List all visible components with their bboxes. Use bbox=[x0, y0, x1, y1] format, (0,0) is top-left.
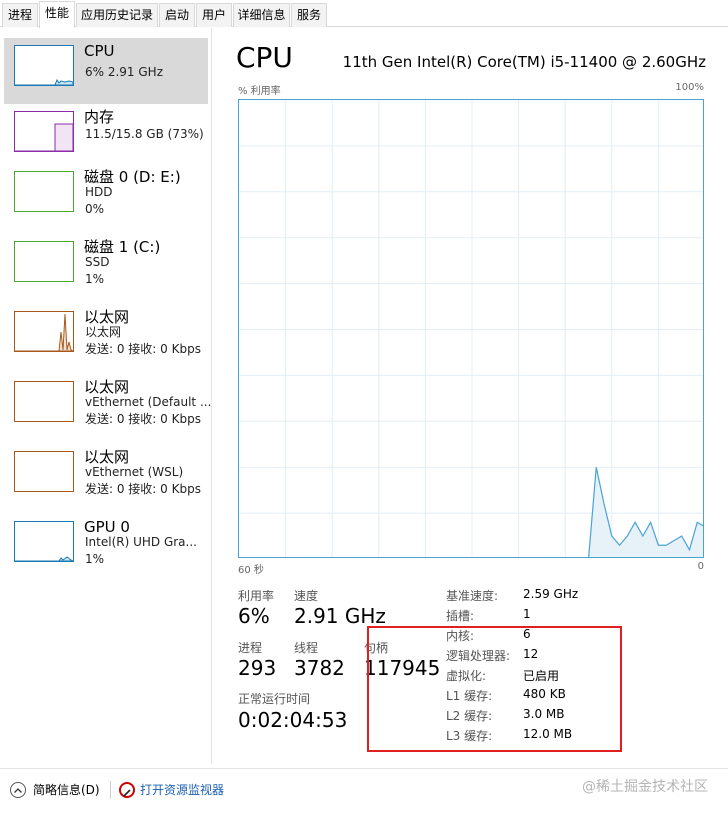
cpu-model: 11th Gen Intel(R) Core(TM) i5-11400 @ 2.… bbox=[342, 53, 706, 71]
sidebar-item-gpu-0[interactable]: GPU 0 Intel(R) UHD Gra... 1% bbox=[4, 514, 208, 580]
annotation-highlight-box bbox=[367, 626, 622, 752]
sidebar-item-title: 以太网 bbox=[84, 308, 130, 326]
sidebar-item-title: 以太网 bbox=[84, 378, 130, 396]
chart-x-end-label: 0 bbox=[697, 561, 704, 572]
chart-grid bbox=[239, 100, 703, 557]
cpu-usage-chart bbox=[238, 99, 704, 558]
threads-value: 3782 bbox=[294, 656, 345, 680]
utilization-value: 6% bbox=[238, 604, 270, 628]
vethernet-default-thumbnail bbox=[14, 381, 74, 422]
spec-value: 2.59 GHz bbox=[523, 587, 579, 601]
sidebar-item-ethernet[interactable]: 以太网 以太网 发送: 0 接收: 0 Kbps bbox=[4, 304, 208, 370]
sidebar-item-title: 磁盘 1 (C:) bbox=[84, 238, 161, 256]
memory-thumbnail bbox=[14, 111, 74, 152]
sidebar-item-subtitle: Intel(R) UHD Gra... bbox=[85, 535, 197, 549]
sidebar-item-title: CPU bbox=[84, 42, 115, 60]
sidebar-item-usage: 1% bbox=[85, 552, 105, 566]
tab-processes[interactable]: 进程 bbox=[2, 3, 38, 27]
spec-label: 插槽: bbox=[446, 609, 475, 623]
speed-label: 速度 bbox=[294, 589, 319, 603]
sidebar-item-usage: 1% bbox=[85, 272, 105, 286]
tab-performance[interactable]: 性能 bbox=[39, 1, 75, 28]
uptime-label: 正常运行时间 bbox=[238, 692, 311, 706]
utilization-label: 利用率 bbox=[238, 589, 275, 603]
sidebar-item-vethernet-default[interactable]: 以太网 vEthernet (Default ... 发送: 0 接收: 0 K… bbox=[4, 374, 212, 440]
open-resource-monitor-link[interactable]: 打开资源监视器 bbox=[140, 783, 224, 797]
chart-y-axis-label: % 利用率 bbox=[238, 86, 281, 97]
sidebar-item-subtitle: SSD bbox=[85, 255, 110, 269]
sidebar-item-title: 以太网 bbox=[84, 448, 130, 466]
threads-label: 线程 bbox=[294, 641, 319, 655]
sidebar-item-subtitle: 以太网 bbox=[85, 325, 122, 339]
sidebar-item-subtitle: HDD bbox=[85, 185, 113, 199]
tab-bar: 进程 性能 应用历史记录 启动 用户 详细信息 服务 bbox=[0, 0, 728, 28]
tab-services[interactable]: 服务 bbox=[291, 3, 327, 27]
disk-1-thumbnail bbox=[14, 241, 74, 282]
sidebar-item-subtitle: 6% 2.91 GHz bbox=[85, 65, 164, 79]
fewer-details-button[interactable]: 简略信息(D) bbox=[33, 783, 100, 797]
sidebar-item-memory[interactable]: 内存 11.5/15.8 GB (73%) bbox=[4, 104, 208, 170]
chart-y-max-label: 100% bbox=[675, 82, 704, 93]
gpu-thumbnail bbox=[14, 521, 74, 562]
cpu-usage-svg bbox=[239, 100, 703, 557]
resource-monitor-icon bbox=[119, 782, 135, 798]
sidebar-item-throughput: 发送: 0 接收: 0 Kbps bbox=[85, 482, 201, 496]
page-title: CPU bbox=[236, 41, 293, 74]
ethernet-thumbnail bbox=[14, 311, 74, 352]
tab-startup[interactable]: 启动 bbox=[159, 3, 195, 27]
sidebar-item-subtitle: 11.5/15.8 GB (73%) bbox=[85, 127, 204, 141]
chart-x-start-label: 60 秒 bbox=[238, 565, 264, 576]
spec-label: 基准速度: bbox=[446, 589, 499, 603]
spec-value: 1 bbox=[523, 607, 531, 621]
sidebar-item-subtitle: vEthernet (Default ... bbox=[85, 395, 212, 409]
processes-label: 进程 bbox=[238, 641, 263, 655]
sidebar-item-disk-0[interactable]: 磁盘 0 (D: E:) HDD 0% bbox=[4, 164, 208, 230]
sidebar-item-cpu[interactable]: CPU 6% 2.91 GHz bbox=[4, 38, 208, 104]
tab-app-history[interactable]: 应用历史记录 bbox=[76, 3, 158, 27]
sidebar-item-title: 内存 bbox=[84, 108, 115, 126]
tab-details[interactable]: 详细信息 bbox=[233, 3, 290, 27]
tab-users[interactable]: 用户 bbox=[196, 3, 232, 27]
cpu-thumbnail bbox=[14, 45, 74, 86]
sidebar-item-subtitle: vEthernet (WSL) bbox=[85, 465, 184, 479]
speed-value: 2.91 GHz bbox=[294, 604, 386, 628]
sidebar-item-throughput: 发送: 0 接收: 0 Kbps bbox=[85, 342, 201, 356]
footer: 简略信息(D) 打开资源监视器 @稀土掘金技术社区 bbox=[0, 768, 728, 814]
sidebar-item-vethernet-wsl[interactable]: 以太网 vEthernet (WSL) 发送: 0 接收: 0 Kbps bbox=[4, 444, 208, 510]
sidebar-item-title: GPU 0 bbox=[84, 518, 130, 536]
watermark: @稀土掘金技术社区 bbox=[582, 779, 708, 795]
sidebar-item-usage: 0% bbox=[85, 202, 105, 216]
sidebar-item-title: 磁盘 0 (D: E:) bbox=[84, 168, 181, 186]
footer-divider bbox=[110, 781, 111, 799]
vethernet-wsl-thumbnail bbox=[14, 451, 74, 492]
sidebar: CPU 6% 2.91 GHz 内存 11.5/15.8 GB (73%) 磁盘… bbox=[0, 28, 212, 764]
disk-0-thumbnail bbox=[14, 171, 74, 212]
uptime-value: 0:02:04:53 bbox=[238, 708, 348, 732]
processes-value: 293 bbox=[238, 656, 277, 680]
sidebar-item-throughput: 发送: 0 接收: 0 Kbps bbox=[85, 412, 201, 426]
sidebar-item-disk-1[interactable]: 磁盘 1 (C:) SSD 1% bbox=[4, 234, 208, 300]
chevron-up-icon[interactable] bbox=[10, 782, 26, 798]
